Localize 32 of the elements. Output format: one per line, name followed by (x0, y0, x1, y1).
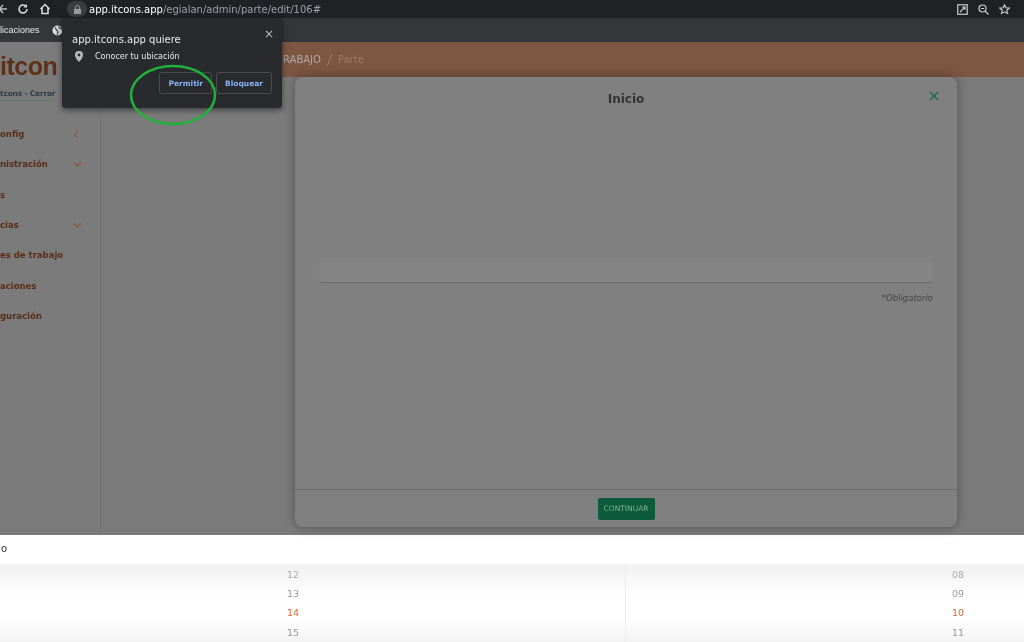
menu-item[interactable]: cias (0, 209, 100, 241)
back-icon[interactable] (0, 3, 7, 15)
menu-item[interactable]: es de trabajo (0, 240, 100, 271)
popup-title: app.itcons.app quiere (72, 34, 181, 45)
location-pin-icon (75, 51, 83, 62)
menu-item[interactable]: aciones (0, 270, 100, 301)
picker-option[interactable]: 08 (951, 564, 964, 585)
globe-icon[interactable] (51, 24, 63, 36)
menu-item[interactable]: onfig (0, 119, 100, 150)
home-icon[interactable] (39, 3, 51, 15)
zoom-out-icon[interactable] (978, 3, 989, 15)
bookmark-link[interactable]: licaciones (0, 25, 40, 35)
label-text: o (1, 542, 9, 556)
close-button[interactable]: × (263, 27, 274, 40)
menu-item[interactable]: guración (0, 300, 100, 332)
picker-option[interactable]: 12 (286, 564, 299, 585)
star-icon[interactable] (999, 3, 1010, 15)
picker-option[interactable]: 13 (286, 584, 299, 604)
menu-item[interactable]: nistración (0, 149, 100, 180)
picker-option[interactable]: 10 (951, 603, 964, 623)
open-external-icon[interactable] (957, 3, 968, 15)
menu-item[interactable]: s (0, 179, 100, 210)
lock-icon[interactable] (73, 4, 81, 14)
modal-title: Inicio (607, 92, 645, 106)
picker-option[interactable]: 09 (951, 584, 964, 604)
breadcrumb-item[interactable]: RABAJO (283, 54, 321, 65)
picker-option[interactable]: 15 (286, 622, 299, 642)
reload-icon[interactable] (17, 3, 29, 15)
picker-option[interactable]: 14 (286, 603, 299, 623)
logo-text: itcon (0, 52, 58, 82)
picker-option[interactable]: 11 (951, 622, 964, 642)
permission-request: Conocer tu ubicación (95, 52, 180, 61)
